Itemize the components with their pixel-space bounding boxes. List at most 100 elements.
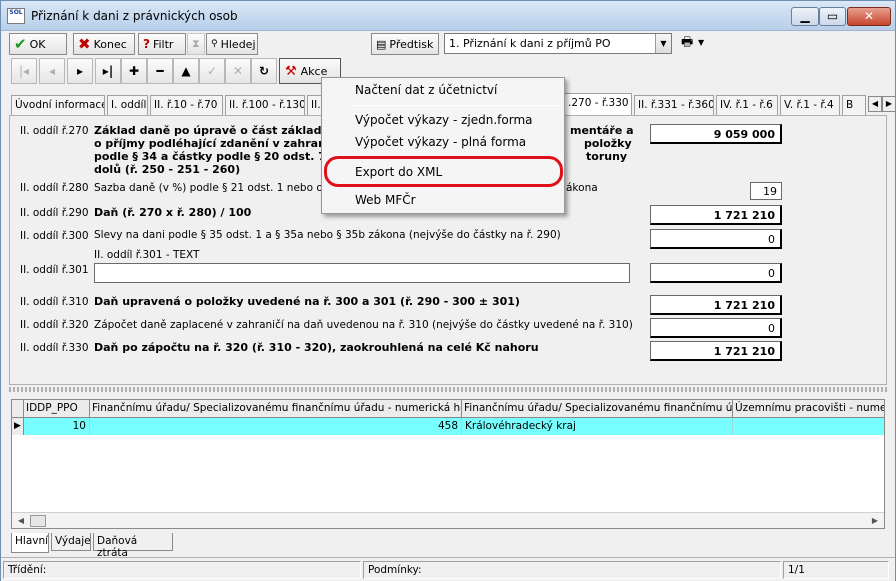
ok-button[interactable]: ✔ OK — [9, 33, 67, 55]
grid-col-header[interactable]: Finančnímu úřadu/ Specializovanému finan… — [462, 400, 733, 418]
refresh-button[interactable]: ↻ — [251, 58, 277, 84]
akce-menu: Načtení dat z účetnictví Výpočet výkazy … — [321, 77, 565, 214]
form-select[interactable]: 1. Přiznání k dani z příjmů PO ▼ — [444, 33, 672, 54]
r301-text-input[interactable] — [94, 263, 630, 283]
ok-label: OK — [29, 37, 46, 51]
grid-corner — [12, 400, 24, 418]
status-record-position: 1/1 — [783, 561, 889, 579]
tab-ii-r270-r330[interactable]: .270 - ř.330 — [564, 93, 632, 115]
hledej-button[interactable]: ⚲ Hledej — [206, 33, 258, 55]
grid-cell[interactable] — [733, 418, 884, 435]
tools-icon: ⚒ — [285, 63, 297, 79]
r330-value-field[interactable]: 1 721 210 — [650, 341, 782, 361]
tab-ii-r100-r130[interactable]: II. ř.100 - ř.130 — [225, 95, 305, 115]
printer-dropdown-icon[interactable]: ▼ — [698, 38, 704, 47]
main-toolbar: ✔ OK ✖ Konec ? Filtr ⧗ ⚲ Hledej ▤ Předti… — [9, 33, 889, 55]
hledej-label: Hledej — [220, 37, 256, 51]
filtr-button[interactable]: ? Filtr — [138, 33, 186, 55]
scroll-right-icon[interactable]: ▶ — [868, 514, 882, 528]
predtisk-button[interactable]: ▤ Předtisk — [371, 33, 439, 55]
tab-scroll-right-icon[interactable]: ▶ — [882, 96, 896, 112]
next-record-button[interactable]: ▸ — [67, 58, 93, 84]
r300-value-field[interactable]: 0 — [650, 229, 782, 249]
tab-i-oddil[interactable]: I. oddíl — [107, 95, 148, 115]
tab-vydaje[interactable]: Výdaje — [51, 533, 91, 551]
r320-desc: Zápočet daně zaplacené v zahraničí na da… — [94, 319, 633, 331]
grid-col-header[interactable]: Finančnímu úřadu/ Specializovanému finan… — [90, 400, 462, 418]
question-icon: ? — [143, 37, 150, 51]
tab-ii-r331-r360[interactable]: II. ř.331 - ř.360 — [634, 95, 714, 115]
tab-ii-r10-r70[interactable]: II. ř.10 - ř.70 — [150, 95, 223, 115]
edit-record-button[interactable]: ▲ — [173, 58, 199, 84]
horizontal-scrollbar[interactable]: ◀ ▶ — [12, 512, 884, 528]
akce-label: Akce — [300, 64, 328, 78]
prev-record-icon: ◂ — [48, 64, 56, 78]
menu-item-web-mfcr[interactable]: Web MFČr — [355, 193, 416, 207]
tab-label: Daňová ztráta — [97, 535, 138, 559]
post-record-button[interactable]: ✓ — [199, 58, 225, 84]
maximize-button[interactable]: ▭ — [819, 7, 846, 26]
first-record-button[interactable]: |◂ — [11, 58, 37, 84]
grid-col-header[interactable]: Územnímu pracovišti - numerick — [733, 400, 884, 418]
tab-label: II. ř.100 - ř.130 — [229, 99, 305, 111]
prev-record-button[interactable]: ◂ — [39, 58, 65, 84]
navigation-toolbar: |◂ ◂ ▸ ▸| ✚ ━ ▲ ✓ ✕ ↻ ⚒ Akce — [11, 58, 351, 84]
status-bar: Třídění: Podmínky: 1/1 — [1, 557, 895, 581]
clear-filter-button[interactable]: ⧗ — [187, 33, 205, 55]
grid-cell[interactable]: Královéhradecký kraj — [462, 418, 733, 435]
chevron-down-icon[interactable]: ▼ — [655, 34, 671, 53]
grid-cell[interactable]: 458 — [90, 418, 462, 435]
close-button[interactable]: ✕ — [847, 7, 891, 26]
grid-header: IDDP_PPO Finančnímu úřadu/ Specializovan… — [12, 400, 884, 418]
grid-cell[interactable]: 10 — [24, 418, 90, 435]
last-record-button[interactable]: ▸| — [95, 58, 121, 84]
r280-value-field[interactable]: 19 — [750, 182, 782, 200]
menu-item-nacteni-dat[interactable]: Načtení dat z účetnictví — [355, 83, 497, 97]
tab-label: II. ř.331 - ř.360 — [638, 99, 714, 111]
r280-desc-tail: ákona — [566, 182, 598, 194]
delete-record-button[interactable]: ━ — [147, 58, 173, 84]
cancel-record-button[interactable]: ✕ — [225, 58, 251, 84]
panel-splitter[interactable] — [9, 387, 887, 392]
tab-danova-ztrata[interactable]: Daňová ztráta — [93, 533, 173, 559]
r280-desc: Sazba daně (v %) podle § 21 odst. 1 nebo… — [94, 182, 343, 194]
window-title: Přiznání k dani z právnických osob — [31, 9, 238, 23]
add-record-button[interactable]: ✚ — [121, 58, 147, 84]
tab-iv-r1-r6[interactable]: IV. ř.1 - ř.6 — [716, 95, 778, 115]
data-grid: IDDP_PPO Finančnímu úřadu/ Specializovan… — [11, 399, 885, 529]
menu-item-vypocet-plna[interactable]: Výpočet výkazy - plná forma — [355, 135, 526, 149]
row-label-r280: II. oddíl ř.280 — [20, 182, 89, 194]
r290-value-field[interactable]: 1 721 210 — [650, 205, 782, 225]
menu-separator — [352, 105, 562, 106]
grid-col-header[interactable]: IDDP_PPO — [24, 400, 90, 418]
tab-label: II. ř.10 - ř.70 — [154, 99, 218, 111]
check-disabled-icon: ✓ — [206, 64, 218, 78]
r270-desc-line2: o příjmy podléhající zdanění v zahraničí — [94, 137, 340, 150]
tab-b[interactable]: B — [842, 95, 866, 115]
status-trideni: Třídění: — [3, 561, 361, 579]
r270-desc-line1: Základ daně po úpravě o část základ — [94, 124, 322, 137]
tab-uvodni-informace[interactable]: Úvodní informace — [11, 95, 105, 115]
scroll-thumb[interactable] — [30, 515, 46, 527]
r301-text-label: II. oddíl ř.301 - TEXT — [94, 249, 200, 261]
r270-value-field[interactable]: 9 059 000 — [650, 124, 782, 144]
row-label-r320: II. oddíl ř.320 — [20, 319, 89, 331]
title-bar: SOL Přiznání k dani z právnických osob ▁… — [1, 1, 895, 31]
tab-v-r1-r4[interactable]: V. ř.1 - ř.4 — [780, 95, 840, 115]
close-icon: ✕ — [863, 9, 875, 23]
r310-value-field[interactable]: 1 721 210 — [650, 295, 782, 315]
r320-value-field[interactable]: 0 — [650, 318, 782, 338]
tab-hlavni[interactable]: Hlavní — [11, 533, 49, 553]
tab-scroll-left-icon[interactable]: ◀ — [868, 96, 882, 112]
menu-item-vypocet-zjedn[interactable]: Výpočet výkazy - zjedn.forma — [355, 113, 533, 127]
scroll-left-icon[interactable]: ◀ — [14, 514, 28, 528]
checkmark-icon: ✔ — [14, 35, 27, 53]
printer-button[interactable]: 🖶 — [677, 33, 697, 55]
filtr-label: Filtr — [152, 37, 174, 51]
minimize-button[interactable]: ▁ — [791, 7, 819, 26]
table-row[interactable]: 10 458 Královéhradecký kraj — [12, 418, 884, 435]
binoculars-icon: ⚲ — [211, 39, 218, 49]
konec-button[interactable]: ✖ Konec — [73, 33, 135, 55]
highlight-annotation — [324, 156, 563, 187]
r301-value-field[interactable]: 0 — [650, 263, 782, 283]
